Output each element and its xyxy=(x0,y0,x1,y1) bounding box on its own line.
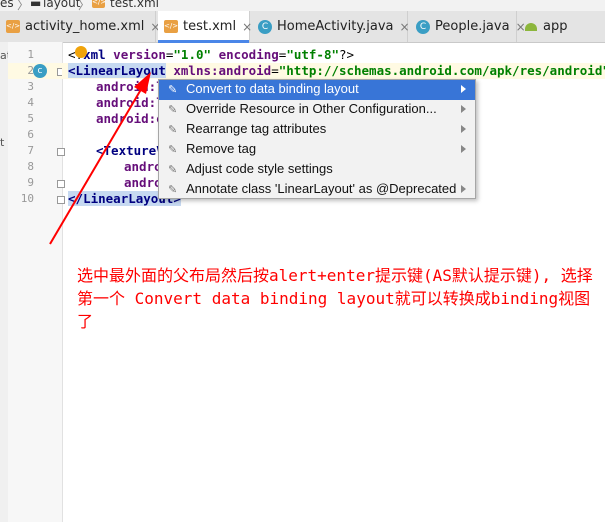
submenu-arrow-icon xyxy=(461,145,466,153)
intention-bulb-icon[interactable] xyxy=(75,46,87,58)
menu-item-override-resource[interactable]: ✎ Override Resource in Other Configurati… xyxy=(159,100,475,120)
android-icon xyxy=(525,22,537,31)
panel-text-fragment: t xyxy=(0,136,5,149)
code-line-9: andro xyxy=(124,175,162,190)
xml-file-icon: </> xyxy=(6,20,20,33)
tab-label: People.java xyxy=(435,19,510,34)
pencil-icon: ✎ xyxy=(168,104,178,116)
submenu-arrow-icon xyxy=(461,185,466,193)
breadcrumb-separator: 〉 xyxy=(17,0,30,11)
class-gutter-icon[interactable]: c xyxy=(33,64,47,78)
tab-label: test.xml xyxy=(183,19,237,34)
code-line-2: <LinearLayout xmlns:android="http://sche… xyxy=(68,63,605,78)
line-number: 3 xyxy=(27,80,34,93)
line-number: 5 xyxy=(27,112,34,125)
class-icon: C xyxy=(258,19,272,34)
pencil-icon: ✎ xyxy=(168,84,178,96)
submenu-arrow-icon xyxy=(461,105,466,113)
breadcrumb-item-es[interactable]: es xyxy=(0,0,14,10)
line-number: 4 xyxy=(27,96,34,109)
pencil-icon: ✎ xyxy=(168,184,178,196)
selected-tag-name: LinearLayout xyxy=(75,63,166,78)
menu-item-adjust-code-style[interactable]: ✎ Adjust code style settings xyxy=(159,160,475,180)
code-line-7: <TextureV xyxy=(96,143,164,158)
tab-homeactivity-java[interactable]: C HomeActivity.java × xyxy=(252,11,410,42)
annotation-text: 选中最外面的父布局然后按alert+enter提示键(AS默认提示键), 选择第… xyxy=(77,266,593,331)
xml-file-icon: </> xyxy=(164,20,178,33)
tab-label: app xyxy=(543,19,568,34)
pencil-icon: ✎ xyxy=(168,144,178,156)
line-number: 9 xyxy=(27,176,34,189)
editor-tab-bar: </> activity_home.xml × </> test.xml × C… xyxy=(0,11,605,43)
editor-gutter: 1 2 3 4 5 6 7 8 9 10 c xyxy=(8,42,65,522)
code-line-4: android:l xyxy=(96,95,164,110)
tab-label: HomeActivity.java xyxy=(277,19,394,34)
close-icon[interactable]: × xyxy=(400,20,410,34)
line-number: 8 xyxy=(27,160,34,173)
menu-item-annotate-deprecated[interactable]: ✎ Annotate class 'LinearLayout' as @Depr… xyxy=(159,180,475,200)
folder-icon: ▬ xyxy=(30,0,42,10)
class-icon: C xyxy=(416,19,430,34)
pencil-icon: ✎ xyxy=(168,124,178,136)
intention-actions-menu: ✎ Convert to data binding layout ✎ Overr… xyxy=(158,79,476,199)
line-number: 6 xyxy=(27,128,34,141)
tab-app[interactable]: app xyxy=(519,11,605,42)
code-line-8: andro xyxy=(124,159,162,174)
breadcrumb-separator: 〉 xyxy=(78,0,91,11)
menu-item-remove-tag[interactable]: ✎ Remove tag xyxy=(159,140,475,160)
line-number: 7 xyxy=(27,144,34,157)
tab-label: activity_home.xml xyxy=(25,19,145,34)
tab-activity-home-xml[interactable]: </> activity_home.xml × xyxy=(0,11,160,42)
breadcrumb-item-test-xml[interactable]: test.xml xyxy=(110,0,159,10)
submenu-arrow-icon xyxy=(461,85,466,93)
menu-item-rearrange-tag-attributes[interactable]: ✎ Rearrange tag attributes xyxy=(159,120,475,140)
line-number: 10 xyxy=(20,192,34,205)
tab-people-java[interactable]: C People.java × xyxy=(410,11,526,42)
code-line-1: <?xml version="1.0" encoding="utf-8"?> xyxy=(68,47,355,62)
submenu-arrow-icon xyxy=(461,125,466,133)
line-number: 2 xyxy=(27,64,34,77)
close-icon[interactable]: × xyxy=(242,20,252,34)
pencil-icon: ✎ xyxy=(168,164,178,176)
line-number: 1 xyxy=(27,48,34,61)
code-line-3: android:l xyxy=(96,79,164,94)
tab-test-xml[interactable]: </> test.xml × xyxy=(158,11,252,43)
breadcrumb: es 〉 ▬ layout 〉 </> test.xml xyxy=(0,0,605,11)
code-line-5: android:o xyxy=(96,111,164,126)
menu-item-convert-data-binding[interactable]: ✎ Convert to data binding layout xyxy=(159,80,475,100)
breadcrumb-item-layout[interactable]: layout xyxy=(43,0,80,10)
